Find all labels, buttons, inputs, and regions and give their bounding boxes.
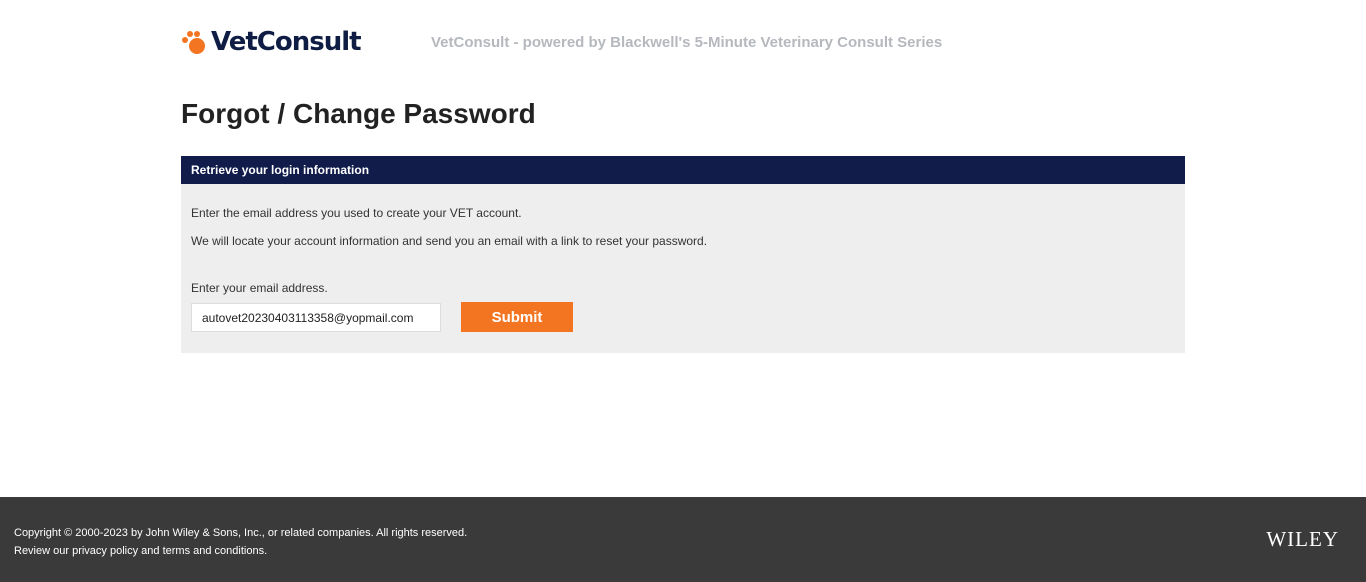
footer-links-suffix: . [264, 545, 268, 557]
site-tagline: VetConsult - powered by Blackwell's 5-Mi… [431, 34, 943, 51]
retrieve-login-panel: Retrieve your login information Enter th… [181, 156, 1185, 353]
footer-links: Review our privacy policy and terms and … [14, 542, 267, 560]
panel-header: Retrieve your login information [181, 156, 1185, 184]
instruction-text: Enter the email address you used to crea… [191, 206, 522, 220]
submit-button[interactable]: Submit [461, 302, 573, 332]
footer-links-prefix: Review our [14, 545, 73, 557]
logo-text: VetConsult [211, 27, 362, 57]
site-header: VetConsult [181, 24, 362, 60]
site-footer: Copyright © 2000-2023 by John Wiley & So… [0, 497, 1366, 582]
copyright-text: Copyright © 2000-2023 by John Wiley & So… [14, 527, 468, 539]
email-field[interactable] [191, 303, 441, 332]
email-label: Enter your email address. [191, 281, 328, 295]
wiley-logo[interactable]: WILEY [1266, 527, 1339, 552]
vetconsult-logo[interactable]: VetConsult [181, 24, 362, 60]
page-title: Forgot / Change Password [181, 98, 536, 129]
panel-body: Enter the email address you used to crea… [181, 184, 1185, 353]
instruction-text: We will locate your account information … [191, 234, 708, 248]
paw-icon [181, 29, 207, 55]
terms-link[interactable]: terms and conditions [163, 545, 265, 557]
footer-links-and: and [138, 545, 163, 557]
privacy-policy-link[interactable]: privacy policy [72, 545, 138, 557]
